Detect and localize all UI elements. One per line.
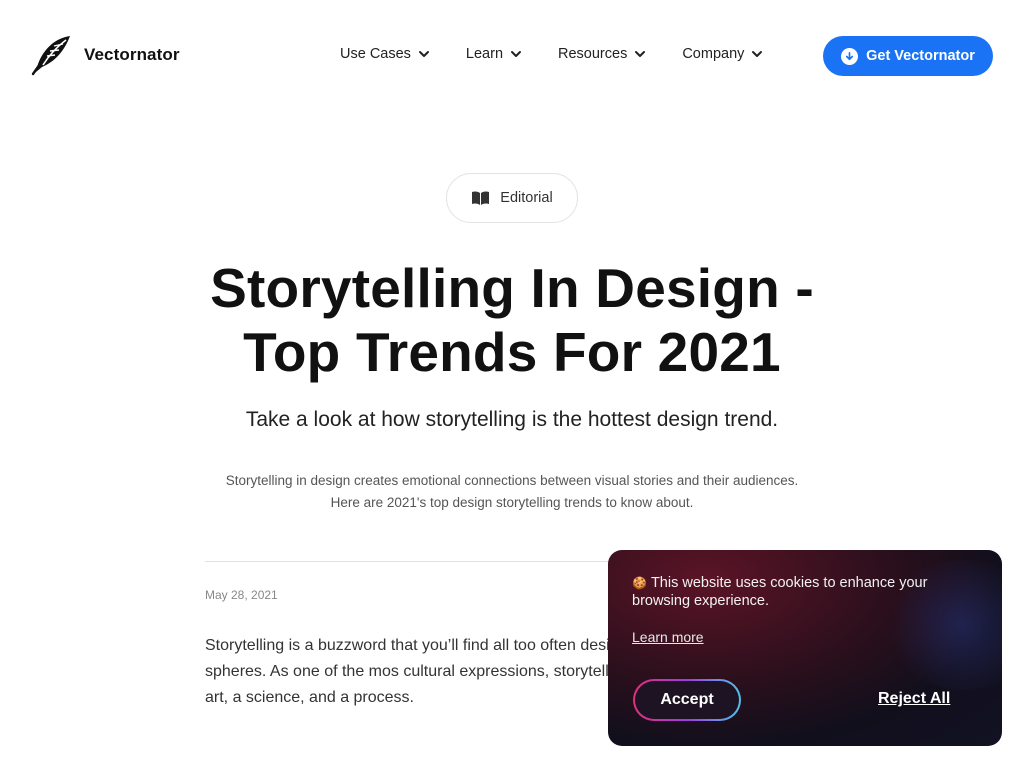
nav-item-learn[interactable]: Learn [466, 46, 522, 62]
nav-label: Learn [465, 46, 504, 62]
download-icon [841, 47, 859, 65]
nav-label: Resources [558, 46, 628, 62]
cookie-icon: 🍪 [632, 576, 647, 590]
quill-pen-icon [31, 36, 70, 76]
category-label: Editorial [500, 190, 553, 206]
chevron-down-icon [418, 51, 429, 57]
get-vectornator-button[interactable]: Get Vectornator [823, 36, 993, 76]
cta-label: Get Vectornator [866, 48, 975, 64]
site-header: Vectornator Use Cases Learn Resources Co… [0, 0, 1024, 112]
nav-label: Company [682, 46, 745, 62]
cookie-banner: 🍪 This website uses cookies to enhance yo… [608, 550, 1002, 746]
publish-date: May 28, 2021 [205, 588, 278, 602]
brand-logo[interactable]: Vectornator [30, 34, 180, 76]
article-title: Storytelling In Design - Top Trends For … [210, 257, 814, 383]
learn-more-link[interactable]: Learn more [632, 629, 704, 645]
chevron-down-icon [511, 51, 522, 57]
accept-button[interactable]: Accept [633, 679, 741, 721]
cookie-text: This website uses cookies to enhance you… [632, 575, 928, 609]
chevron-down-icon [752, 51, 763, 57]
chevron-down-icon [635, 51, 646, 57]
nav-label: Use Cases [340, 46, 411, 62]
cookie-message: 🍪 This website uses cookies to enhance yo… [632, 574, 972, 610]
reject-all-button[interactable]: Reject All [878, 690, 950, 708]
brand-name: Vectornator [84, 45, 180, 64]
nav-item-company[interactable]: Company [682, 46, 763, 62]
article-subtitle: Take a look at how storytelling is the h… [245, 408, 779, 431]
article-lead: Storytelling in design creates emotional… [225, 473, 799, 510]
nav-item-use-cases[interactable]: Use Cases [340, 46, 430, 62]
nav-item-resources[interactable]: Resources [558, 46, 646, 62]
book-icon [472, 191, 490, 205]
main-nav: Use Cases Learn Resources Company [340, 46, 799, 62]
category-pill[interactable]: Editorial [446, 173, 578, 223]
